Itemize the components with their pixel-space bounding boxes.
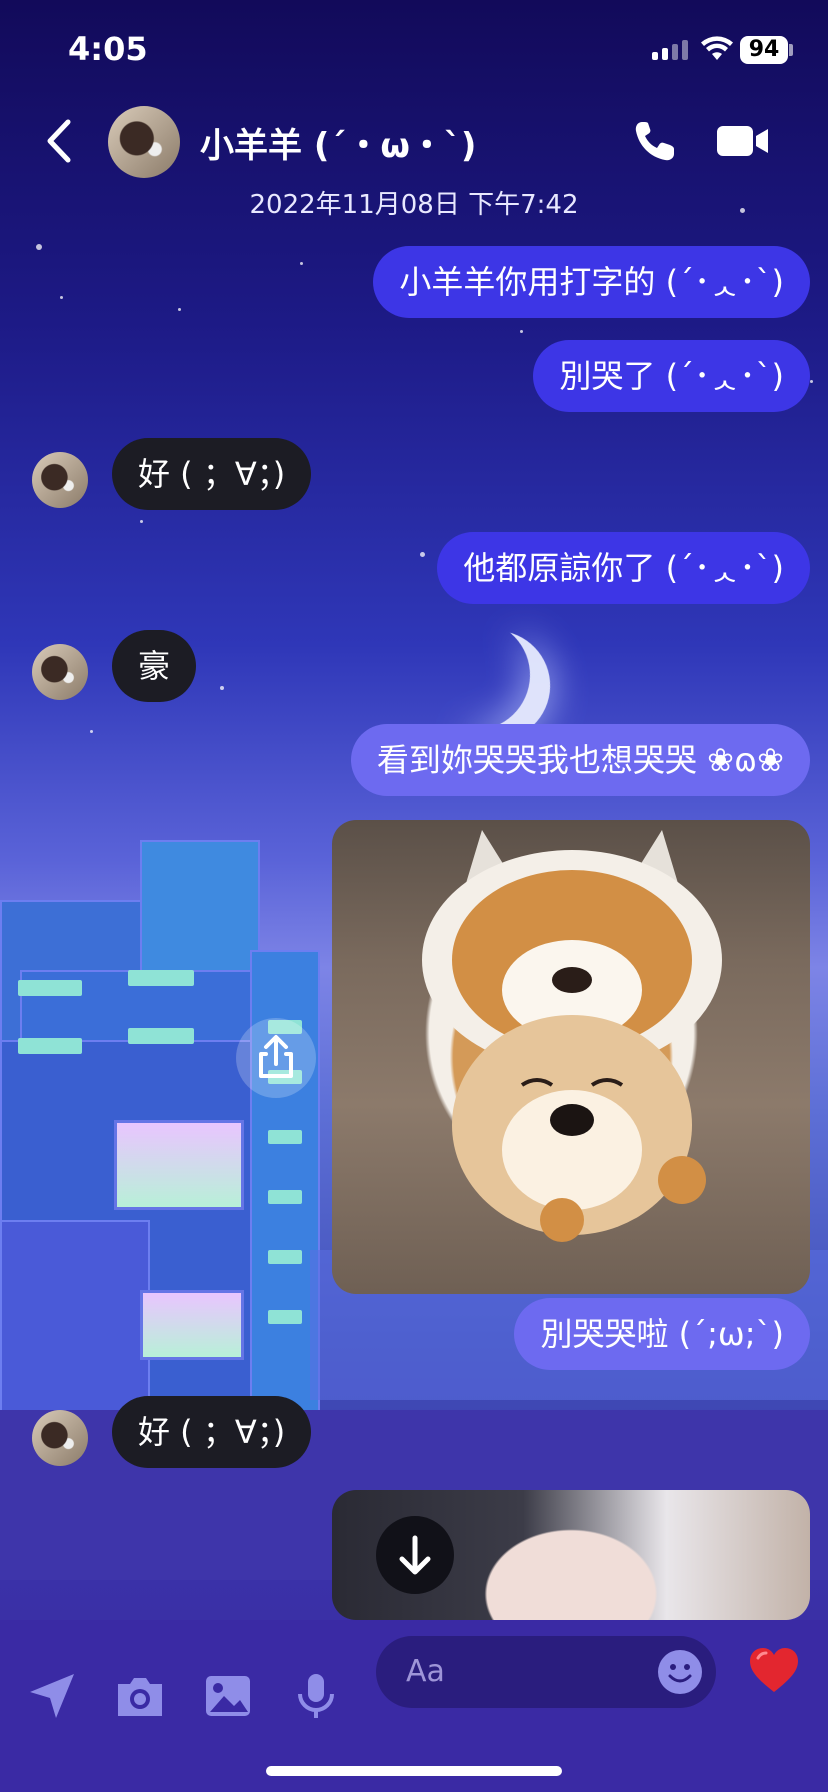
contact-name[interactable]: 小羊羊 (´・ω・`) [200, 118, 476, 167]
cellular-signal-icon [652, 40, 688, 60]
chevron-left-icon[interactable] [38, 116, 82, 166]
shiba-inu-photo-message[interactable] [332, 820, 810, 1294]
heart-icon[interactable] [748, 1646, 800, 1696]
video-camera-icon[interactable] [716, 124, 770, 158]
arrow-down-icon [399, 1535, 431, 1575]
home-indicator[interactable] [266, 1766, 562, 1776]
dog-illustration [422, 830, 722, 1242]
message-incoming[interactable]: 好 ( ；∀；) [112, 438, 312, 510]
message-outgoing[interactable]: 別哭了 (´･ᆺ･`) [533, 340, 810, 412]
camera-icon[interactable] [114, 1670, 166, 1722]
message-outgoing[interactable]: 他都原諒你了 (´･ᆺ･`) [437, 532, 810, 604]
share-button[interactable] [236, 1018, 316, 1098]
message-incoming[interactable]: 好 ( ；∀；) [112, 1396, 312, 1468]
message-input[interactable]: Aa [376, 1636, 716, 1708]
scroll-to-bottom-button[interactable] [376, 1516, 454, 1594]
status-bar: 4:05 94 [0, 0, 828, 100]
chat-timestamp: 2022年11月08日 下午7:42 [249, 190, 579, 220]
share-icon [259, 1035, 293, 1078]
location-arrow-icon[interactable] [26, 1670, 78, 1722]
phone-icon[interactable] [632, 118, 678, 164]
sender-avatar[interactable] [32, 644, 88, 700]
contact-avatar[interactable] [108, 106, 180, 178]
message-outgoing[interactable]: 看到妳哭哭我也想哭哭 ❀ɷ❀ [350, 724, 810, 796]
battery-indicator: 94 [740, 36, 788, 64]
message-outgoing[interactable]: 小羊羊你用打字的 (´･ᆺ･`) [373, 246, 810, 318]
chat-header: 小羊羊 (´・ω・`) [0, 100, 828, 190]
smiley-icon[interactable] [656, 1648, 704, 1696]
battery-cap [789, 44, 793, 56]
sender-avatar[interactable] [32, 1410, 88, 1466]
message-input-placeholder: Aa [406, 1654, 445, 1689]
sender-avatar[interactable] [32, 452, 88, 508]
message-incoming[interactable]: 豪 [112, 630, 197, 702]
microphone-icon[interactable] [290, 1670, 342, 1722]
image-icon[interactable] [202, 1670, 254, 1722]
moon-decoration [411, 611, 538, 738]
status-time: 4:05 [68, 30, 148, 68]
message-outgoing[interactable]: 別哭哭啦 (´;ω;`) [514, 1298, 810, 1370]
wifi-icon [701, 36, 733, 60]
